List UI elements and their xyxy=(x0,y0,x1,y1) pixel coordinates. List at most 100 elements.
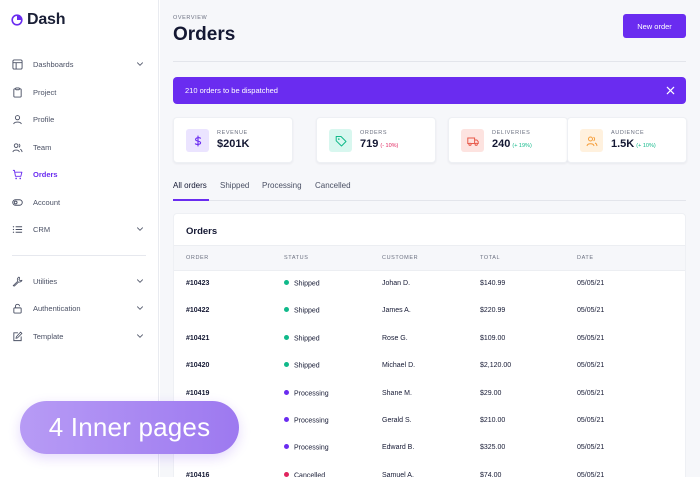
sidebar-item-account[interactable]: Account xyxy=(0,191,159,213)
sidebar-item-crm[interactable]: CRM xyxy=(0,218,159,240)
active-tab-indicator xyxy=(173,199,209,201)
cell-total: $2,120.00 xyxy=(480,362,512,370)
cell-customer: Gerald S. xyxy=(382,417,412,424)
cell-total: $109.00 xyxy=(480,334,506,342)
sidebar-item-label: Utilities xyxy=(33,276,58,286)
table-title: Orders xyxy=(186,226,218,237)
tabs-divider xyxy=(173,200,686,201)
sidebar-item-template[interactable]: Template xyxy=(0,325,159,347)
stat-value: $201K xyxy=(217,138,250,150)
sidebar-item-label: CRM xyxy=(33,224,51,234)
stat-value: 719 xyxy=(360,138,379,150)
table-header: ORDER STATUS CUSTOMER TOTAL DATE xyxy=(174,245,685,271)
sidebar-item-dashboards[interactable]: Dashboards xyxy=(0,53,159,75)
status-label: Shipped xyxy=(294,280,320,288)
lock-icon xyxy=(12,303,23,314)
cell-customer: Samuel A. xyxy=(382,471,414,477)
tab-cancelled[interactable]: Cancelled xyxy=(315,181,351,190)
status-label: Processing xyxy=(294,444,329,452)
stat-label: DELIVERIES xyxy=(492,130,531,136)
column-header-order[interactable]: ORDER xyxy=(186,255,209,261)
cell-total: $325.00 xyxy=(480,444,506,452)
sidebar-item-label: Team xyxy=(33,142,52,152)
cell-order: #10420 xyxy=(186,362,210,370)
cart-icon xyxy=(12,169,23,180)
dispatch-banner: 210 orders to be dispatched xyxy=(173,77,686,104)
cell-order: #10422 xyxy=(186,307,210,315)
column-header-total[interactable]: TOTAL xyxy=(480,255,500,261)
cell-status: Shipped xyxy=(284,334,320,342)
table-row[interactable]: #10423 Shipped Johan D. $140.99 05/05/21 xyxy=(174,271,685,298)
cell-customer: Johan D. xyxy=(382,280,411,287)
cell-customer: Michael D. xyxy=(382,362,416,370)
cell-date: 05/05/21 xyxy=(577,362,605,370)
status-dot xyxy=(284,417,289,422)
status-dot xyxy=(284,389,289,395)
sidebar-item-authentication[interactable]: Authentication xyxy=(0,297,159,319)
sidebar-item-utilities[interactable]: Utilities xyxy=(0,270,159,292)
toggle-icon xyxy=(12,197,23,208)
truck-icon xyxy=(461,129,484,152)
cell-customer: James A. xyxy=(382,307,411,315)
stat-card-audience: AUDIENCE 1.5K (+ 10%) xyxy=(567,117,687,163)
stat-card-revenue: REVENUE $201K xyxy=(173,117,293,163)
column-header-date[interactable]: DATE xyxy=(577,255,594,261)
sidebar-item-orders[interactable]: Orders xyxy=(0,163,159,185)
sidebar-item-label: Profile xyxy=(33,114,55,124)
cell-status: Shipped xyxy=(284,280,320,288)
sidebar-item-profile[interactable]: Profile xyxy=(0,108,159,130)
wrench-icon xyxy=(12,276,23,287)
sidebar-item-label: Account xyxy=(33,197,61,207)
chevron-down-icon[interactable] xyxy=(136,304,144,312)
layout-icon xyxy=(12,58,23,70)
stat-value-wrap: 1.5K (+ 10%) xyxy=(611,138,656,150)
status-dot xyxy=(284,444,289,450)
cell-customer: Shane M. xyxy=(382,389,412,397)
sidebar-item-label: Project xyxy=(33,87,57,97)
stat-label: REVENUE xyxy=(217,130,248,136)
cell-total: $140.99 xyxy=(480,280,506,287)
users-icon xyxy=(580,129,603,152)
sidebar-item-project[interactable]: Project xyxy=(0,81,159,103)
chevron-down-icon[interactable] xyxy=(136,277,144,285)
logo[interactable]: Dash xyxy=(11,11,66,29)
table-row[interactable]: #10422 Shipped James A. $220.99 05/05/21 xyxy=(174,298,685,325)
tab-processing[interactable]: Processing xyxy=(262,181,302,190)
status-label: Processing xyxy=(294,417,329,425)
tab-shipped[interactable]: Shipped xyxy=(220,181,249,190)
cell-status: Processing xyxy=(284,444,329,452)
table-row[interactable]: #10420 Shipped Michael D. $2,120.00 05/05/21 xyxy=(174,353,685,380)
table-row[interactable]: #10419 Processing Shane M. $29.00 05/05/21 xyxy=(174,381,685,408)
cell-status: Shipped xyxy=(284,307,320,315)
cell-date: 05/05/21 xyxy=(577,280,605,287)
table-row[interactable]: #10417ProcessingEdward B.$325.0005/05/21 xyxy=(174,435,685,462)
table-row[interactable]: #10418ProcessingGerald S.$210.0005/05/21 xyxy=(174,408,685,435)
column-header-customer[interactable]: CUSTOMER xyxy=(382,255,418,261)
header-divider xyxy=(173,61,686,62)
stat-value-wrap: 719 (- 10%) xyxy=(360,138,398,150)
stat-value-wrap: $201K xyxy=(217,138,249,150)
cell-date: 05/05/21 xyxy=(577,334,605,342)
cell-customer: Rose G. xyxy=(382,334,408,342)
tab-all-orders[interactable]: All orders xyxy=(173,181,207,190)
chevron-down-icon[interactable] xyxy=(136,60,144,68)
table-row[interactable]: #10416 Cancelled Samuel A. $74.00 05/05/21 xyxy=(174,463,685,477)
table-row[interactable]: #10421 Shipped Rose G. $109.00 05/05/21 xyxy=(174,326,685,353)
inner-pages-badge: 4 Inner pages xyxy=(20,401,239,454)
stat-value: 1.5K xyxy=(611,138,635,150)
chevron-down-icon[interactable] xyxy=(136,332,144,340)
status-dot xyxy=(284,334,289,340)
status-dot xyxy=(284,307,289,313)
new-order-button[interactable]: New order xyxy=(623,14,686,38)
sidebar-item-team[interactable]: Team xyxy=(0,136,159,158)
close-icon[interactable] xyxy=(665,85,676,96)
stat-change: (+ 19%) xyxy=(512,143,532,149)
edit-icon xyxy=(12,331,23,342)
chevron-down-icon[interactable] xyxy=(136,225,144,233)
cell-total: $210.00 xyxy=(480,417,506,424)
inner-pages-text: 4 Inner pages xyxy=(48,412,211,442)
status-label: Shipped xyxy=(294,362,320,370)
stat-label: AUDIENCE xyxy=(611,130,645,136)
column-header-status[interactable]: STATUS xyxy=(284,255,308,261)
users-icon xyxy=(12,142,23,153)
